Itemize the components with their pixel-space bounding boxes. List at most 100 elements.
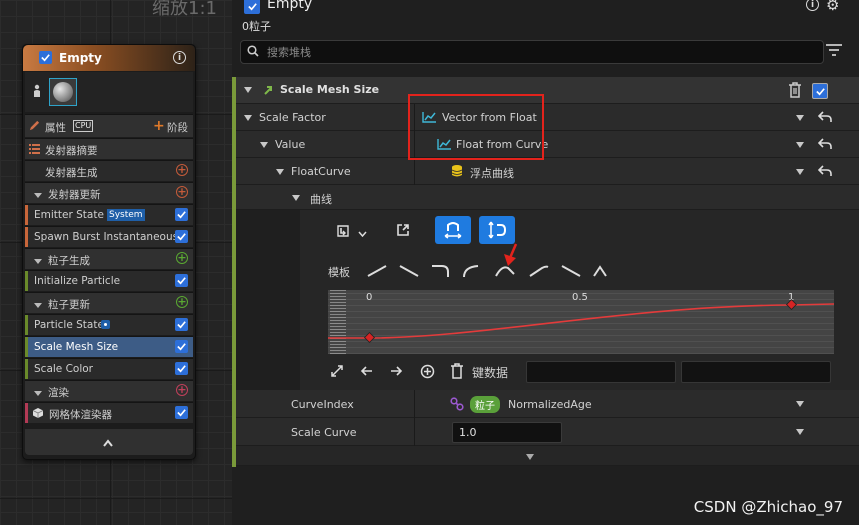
stage-stripe [25, 359, 28, 379]
search-input[interactable]: 搜索堆栈 [240, 40, 824, 64]
collapse-icon[interactable] [276, 169, 284, 175]
dropdown-chevron-icon[interactable] [796, 115, 804, 121]
gear-icon[interactable]: ⚙ [826, 0, 839, 14]
info-icon[interactable]: i [173, 51, 186, 64]
module-enable-checkbox[interactable] [175, 362, 188, 375]
render-row[interactable]: 渲染 + [25, 380, 193, 401]
module-enable-checkbox[interactable] [812, 83, 828, 99]
link-icon [450, 397, 464, 411]
key-data-label: 键数据 [472, 366, 509, 380]
collapse-icon[interactable] [34, 258, 42, 264]
collapse-icon[interactable] [292, 195, 300, 201]
emitter-enable-checkbox[interactable] [244, 0, 260, 14]
module-enable-checkbox[interactable] [175, 340, 188, 353]
details-panel: Empty 0粒子 i ⚙ 搜索堆栈 Scale Mesh Size Scale… [232, 0, 859, 525]
scale-mesh-size-row[interactable]: Scale Mesh Size [25, 336, 193, 357]
float-curve-row[interactable]: FloatCurve 浮点曲线 [232, 158, 859, 185]
trash-icon[interactable] [788, 82, 802, 98]
fit-view-icon[interactable] [330, 364, 344, 378]
stage-stripe [25, 403, 28, 423]
particle-state-row[interactable]: Particle State [25, 314, 193, 335]
reset-icon[interactable] [817, 111, 832, 123]
expand-row[interactable] [232, 446, 859, 466]
key-time-input[interactable] [526, 361, 676, 383]
add-key-icon[interactable] [420, 364, 435, 379]
curve-index-value[interactable]: NormalizedAge [508, 398, 592, 411]
thumbnail-image[interactable] [49, 78, 77, 106]
collapse-icon[interactable] [34, 192, 42, 198]
emitter-node-header[interactable]: Empty i [23, 45, 195, 71]
emitter-spawn-row[interactable]: 发射器生成 + [25, 160, 193, 181]
cpu-badge: CPU [73, 120, 94, 132]
add-renderer-icon[interactable]: + [176, 384, 188, 396]
collapse-node-button[interactable] [25, 429, 193, 455]
module-enable-checkbox[interactable] [175, 406, 188, 419]
dropdown-chevron-icon[interactable] [796, 169, 804, 175]
curve-template-icons[interactable] [366, 262, 616, 280]
add-module-icon[interactable]: + [176, 252, 188, 264]
float-curve-value: 浮点曲线 [470, 167, 514, 180]
collapse-icon[interactable] [244, 115, 252, 121]
module-enable-checkbox[interactable] [175, 230, 188, 243]
float-curve-label: FloatCurve [291, 165, 351, 178]
open-external-icon[interactable] [396, 223, 410, 237]
add-stage-icon[interactable]: + [153, 118, 165, 134]
initialize-particle-label: Initialize Particle [34, 275, 121, 287]
expand-chevron-icon[interactable] [526, 454, 534, 460]
scale-color-row[interactable]: Scale Color [25, 358, 193, 379]
key-value-input[interactable] [681, 361, 831, 383]
collapse-icon[interactable] [34, 302, 42, 308]
collapse-icon[interactable] [244, 87, 252, 93]
emitter-node[interactable]: Empty i 属性 CPU + 阶段 发射器摘要 发射器生成 + 发射器更新 … [22, 44, 196, 460]
graph-canvas[interactable]: 缩放1:1 Empty i 属性 CPU + 阶段 发射器摘要 发射器生成 + … [0, 0, 232, 525]
add-module-icon[interactable]: + [176, 296, 188, 308]
module-enable-checkbox[interactable] [175, 318, 188, 331]
module-enable-checkbox[interactable] [175, 274, 188, 287]
dropdown-chevron-icon[interactable] [796, 401, 804, 407]
filter-icon[interactable] [826, 44, 842, 56]
reset-icon[interactable] [817, 138, 832, 150]
emitter-state-row[interactable]: Emitter State System [25, 204, 193, 225]
curve-graph[interactable]: 0 0.5 1 [328, 290, 834, 354]
pre-infinity-button[interactable] [435, 216, 471, 244]
post-infinity-button[interactable] [479, 216, 515, 244]
add-module-icon[interactable]: + [176, 186, 188, 198]
scale-curve-input[interactable]: 1.0 [452, 422, 562, 443]
particle-spawn-row[interactable]: 粒子生成 + [25, 248, 193, 269]
collapse-icon[interactable] [34, 390, 42, 396]
dropdown-chevron-icon[interactable] [796, 142, 804, 148]
spawn-burst-row[interactable]: Spawn Burst Instantaneous [25, 226, 193, 247]
curve-editor: 模板 0 0.5 1 键数据 [300, 210, 859, 390]
chevron-down-icon[interactable] [358, 227, 367, 238]
initialize-particle-row[interactable]: Initialize Particle [25, 270, 193, 291]
scale-factor-label: Scale Factor [259, 111, 326, 124]
module-enable-checkbox[interactable] [175, 208, 188, 221]
scale-curve-row[interactable]: Scale Curve 1.0 [232, 418, 859, 446]
scale-color-label: Scale Color [34, 363, 94, 375]
mesh-renderer-row[interactable]: 网格体渲染器 [25, 402, 193, 423]
emitter-summary-row[interactable]: 发射器摘要 [25, 138, 193, 159]
curve-row[interactable]: 曲线 [232, 185, 859, 210]
curve-tangent-icon[interactable] [336, 222, 352, 240]
particle-count: 0粒子 [242, 20, 271, 33]
curve-index-row[interactable]: CurveIndex 粒子 NormalizedAge [232, 390, 859, 418]
search-placeholder: 搜索堆栈 [267, 46, 311, 59]
stage-label[interactable]: 阶段 [167, 120, 188, 135]
trash-icon[interactable] [450, 363, 464, 379]
info-icon[interactable]: i [806, 0, 819, 11]
add-module-icon[interactable]: + [176, 164, 188, 176]
dropdown-chevron-icon[interactable] [796, 429, 804, 435]
arrow-left-icon[interactable] [360, 364, 374, 378]
reset-icon[interactable] [817, 165, 832, 177]
scale-factor-row[interactable]: Scale Factor Vector from Float [232, 104, 859, 131]
module-header-row[interactable]: Scale Mesh Size [232, 77, 859, 104]
particle-update-row[interactable]: 粒子更新 + [25, 292, 193, 313]
value-row[interactable]: Value Float from Curve [232, 131, 859, 158]
chevron-up-icon [103, 437, 113, 447]
collapse-icon[interactable] [260, 142, 268, 148]
scale-mesh-size-label: Scale Mesh Size [34, 341, 119, 353]
emitter-enable-checkbox[interactable] [39, 51, 52, 64]
thumbnail-row [25, 72, 193, 112]
emitter-update-row[interactable]: 发射器更新 + [25, 182, 193, 203]
arrow-right-icon[interactable] [389, 364, 403, 378]
